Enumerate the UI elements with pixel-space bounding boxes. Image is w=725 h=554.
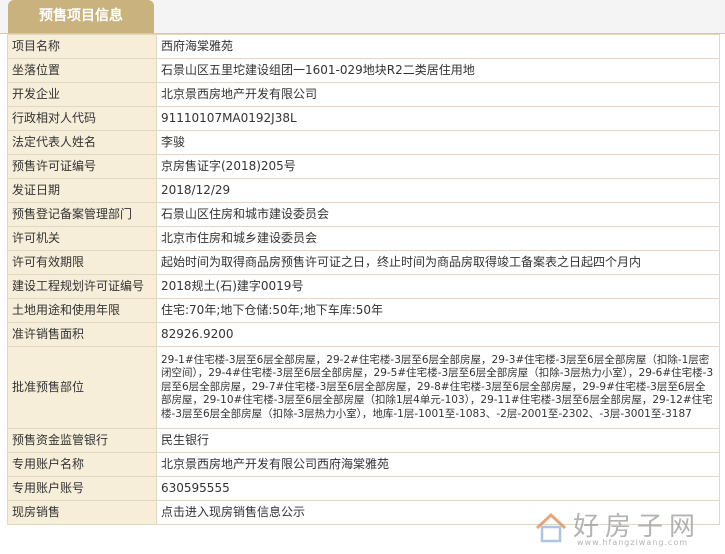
row-value: 西府海棠雅苑 bbox=[156, 34, 720, 59]
row-value: 民生银行 bbox=[156, 428, 720, 453]
table-row: 项目名称 西府海棠雅苑 bbox=[7, 34, 720, 59]
row-label: 现房销售 bbox=[7, 500, 157, 525]
row-value: 北京景西房地产开发有限公司西府海棠雅苑 bbox=[156, 452, 720, 477]
row-value: 630595555 bbox=[156, 476, 720, 501]
table-row: 专用账户账号 630595555 bbox=[7, 476, 720, 501]
table-row: 坐落位置 石景山区五里坨建设组团一1601-029地块R2二类居住用地 bbox=[7, 58, 720, 83]
tab-presale-info[interactable]: 预售项目信息 bbox=[8, 0, 154, 33]
row-value: 2018规土(石)建字0019号 bbox=[156, 274, 720, 299]
row-value: 李骏 bbox=[156, 130, 720, 155]
table-row: 开发企业 北京景西房地产开发有限公司 bbox=[7, 82, 720, 107]
row-value: 91110107MA0192J38L bbox=[156, 106, 720, 131]
watermark-url: www.hfangziwang.com bbox=[577, 538, 689, 547]
table-row: 许可有效期限 起始时间为取得商品房预售许可证之日，终止时间为商品房取得竣工备案表… bbox=[7, 250, 720, 275]
table-row: 现房销售 点击进入现房销售信息公示 bbox=[7, 500, 720, 525]
row-label: 预售许可证编号 bbox=[7, 154, 157, 179]
row-label: 法定代表人姓名 bbox=[7, 130, 157, 155]
row-value: 起始时间为取得商品房预售许可证之日，终止时间为商品房取得竣工备案表之日起四个月内 bbox=[156, 250, 720, 275]
row-value: 北京景西房地产开发有限公司 bbox=[156, 82, 720, 107]
table-row: 建设工程规划许可证编号 2018规土(石)建字0019号 bbox=[7, 274, 720, 299]
row-label: 专用账户名称 bbox=[7, 452, 157, 477]
row-label: 开发企业 bbox=[7, 82, 157, 107]
existing-house-sales-link[interactable]: 点击进入现房销售信息公示 bbox=[161, 505, 305, 519]
presale-info-table: 项目名称 西府海棠雅苑 坐落位置 石景山区五里坨建设组团一1601-029地块R… bbox=[7, 34, 720, 525]
row-label: 坐落位置 bbox=[7, 58, 157, 83]
row-value: 石景山区住房和城市建设委员会 bbox=[156, 202, 720, 227]
row-value: 29-1#住宅楼-3层至6层全部房屋，29-2#住宅楼-3层至6层全部房屋，29… bbox=[156, 346, 720, 429]
table-row: 批准预售部位 29-1#住宅楼-3层至6层全部房屋，29-2#住宅楼-3层至6层… bbox=[7, 346, 720, 429]
row-label: 许可机关 bbox=[7, 226, 157, 251]
row-label: 准许销售面积 bbox=[7, 322, 157, 347]
row-label: 行政相对人代码 bbox=[7, 106, 157, 131]
row-label: 建设工程规划许可证编号 bbox=[7, 274, 157, 299]
table-row: 预售许可证编号 京房售证字(2018)205号 bbox=[7, 154, 720, 179]
row-value: 石景山区五里坨建设组团一1601-029地块R2二类居住用地 bbox=[156, 58, 720, 83]
row-label: 预售资金监管银行 bbox=[7, 428, 157, 453]
row-value: 京房售证字(2018)205号 bbox=[156, 154, 720, 179]
row-label: 预售登记备案管理部门 bbox=[7, 202, 157, 227]
table-row: 发证日期 2018/12/29 bbox=[7, 178, 720, 203]
row-value: 北京市住房和城乡建设委员会 bbox=[156, 226, 720, 251]
table-row: 预售登记备案管理部门 石景山区住房和城市建设委员会 bbox=[7, 202, 720, 227]
tab-bar: 预售项目信息 bbox=[0, 0, 725, 34]
table-row: 准许销售面积 82926.9200 bbox=[7, 322, 720, 347]
row-value: 点击进入现房销售信息公示 bbox=[156, 500, 720, 525]
table-row: 预售资金监管银行 民生银行 bbox=[7, 428, 720, 453]
row-label: 专用账户账号 bbox=[7, 476, 157, 501]
row-value: 82926.9200 bbox=[156, 322, 720, 347]
row-label: 发证日期 bbox=[7, 178, 157, 203]
table-row: 许可机关 北京市住房和城乡建设委员会 bbox=[7, 226, 720, 251]
row-label: 许可有效期限 bbox=[7, 250, 157, 275]
table-row: 土地用途和使用年限 住宅:70年;地下仓储:50年;地下车库:50年 bbox=[7, 298, 720, 323]
row-value: 2018/12/29 bbox=[156, 178, 720, 203]
table-row: 法定代表人姓名 李骏 bbox=[7, 130, 720, 155]
row-label: 土地用途和使用年限 bbox=[7, 298, 157, 323]
row-label: 批准预售部位 bbox=[7, 346, 157, 429]
table-row: 行政相对人代码 91110107MA0192J38L bbox=[7, 106, 720, 131]
row-value: 住宅:70年;地下仓储:50年;地下车库:50年 bbox=[156, 298, 720, 323]
table-row: 专用账户名称 北京景西房地产开发有限公司西府海棠雅苑 bbox=[7, 452, 720, 477]
row-label: 项目名称 bbox=[7, 34, 157, 59]
